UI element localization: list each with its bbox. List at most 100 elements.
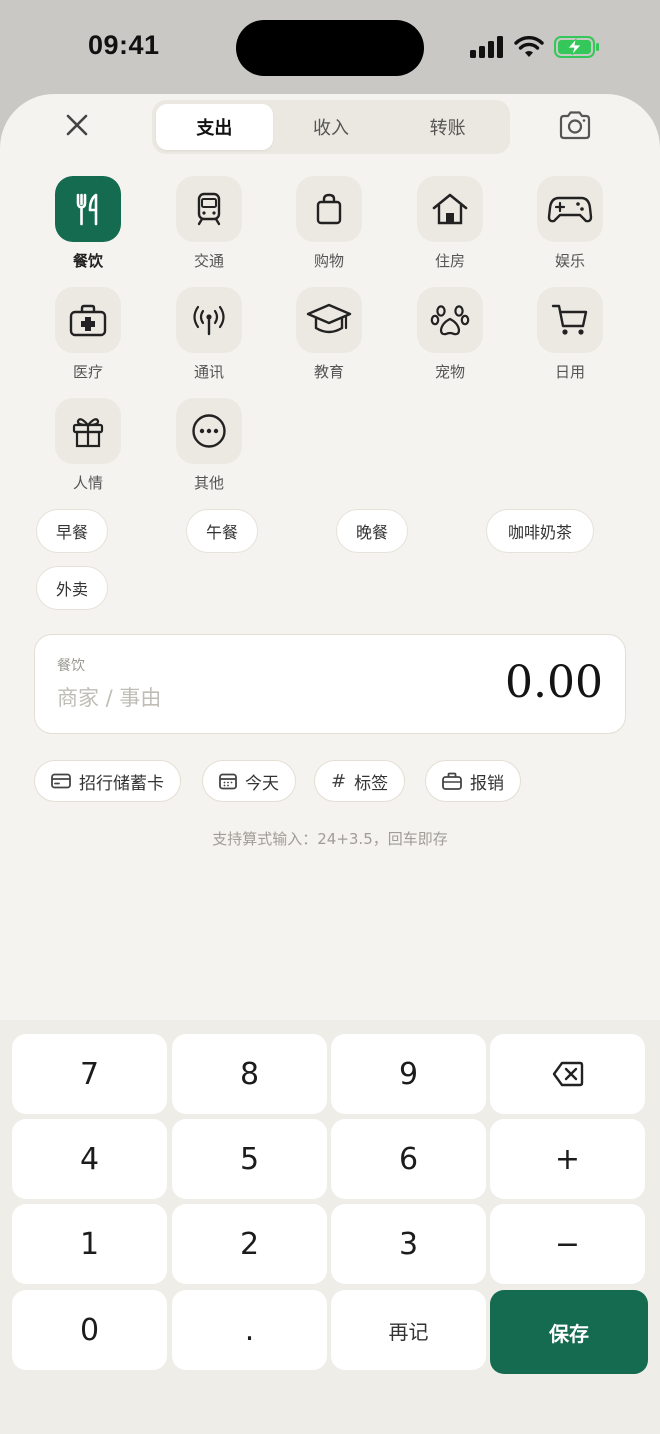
category-tile: [417, 176, 483, 242]
category-entertainment[interactable]: 娱乐: [510, 176, 630, 271]
category-label: 教育: [313, 363, 344, 381]
key-1[interactable]: 1: [12, 1204, 167, 1284]
category-gifts[interactable]: 人情: [28, 398, 148, 493]
cart-icon: [551, 304, 588, 335]
shopping-bag-icon: [316, 193, 342, 225]
status-bar: 09:41: [0, 0, 660, 94]
key-3[interactable]: 3: [331, 1204, 486, 1284]
status-time: 09:41: [88, 30, 160, 60]
tab-expense[interactable]: 支出: [156, 104, 273, 150]
category-label: 购物: [313, 252, 344, 270]
key-4[interactable]: 4: [12, 1119, 167, 1199]
category-label: 医疗: [72, 363, 103, 381]
key-5[interactable]: 5: [172, 1119, 327, 1199]
key-9[interactable]: 9: [331, 1034, 486, 1114]
tab-income[interactable]: 收入: [273, 104, 390, 150]
medical-kit-icon: [69, 304, 107, 337]
category-tile: [417, 287, 483, 353]
battery-charging-icon: [554, 36, 599, 58]
formula-hint: 支持算式输入：24+3.5，回车即存: [212, 830, 448, 848]
category-label: 餐饮: [72, 252, 103, 270]
category-dining[interactable]: 餐饮: [28, 176, 148, 271]
account-selector[interactable]: 招行储蓄卡: [34, 760, 181, 802]
selected-category-label: 餐饮: [57, 658, 85, 674]
category-label: 娱乐: [554, 252, 585, 270]
category-label: 交通: [193, 252, 224, 270]
category-medical[interactable]: 医疗: [28, 287, 148, 382]
house-icon: [432, 193, 468, 225]
fork-knife-icon: [76, 193, 98, 226]
key-6[interactable]: 6: [331, 1119, 486, 1199]
card-icon: [51, 773, 71, 789]
quick-tag-breakfast[interactable]: 早餐: [36, 509, 108, 553]
merchant-input[interactable]: [57, 683, 357, 713]
category-tile: [55, 287, 121, 353]
category-label: 通讯: [193, 363, 224, 381]
key-2[interactable]: 2: [172, 1204, 327, 1284]
quick-tag-dinner[interactable]: 晚餐: [336, 509, 408, 553]
category-label: 日用: [554, 363, 585, 381]
category-label: 人情: [72, 474, 103, 492]
category-label: 宠物: [434, 363, 465, 381]
train-icon: [197, 192, 221, 226]
category-tile: [55, 176, 121, 242]
calendar-icon: [219, 773, 237, 790]
amount-card: 餐饮 0.00: [34, 634, 626, 734]
category-transport[interactable]: 交通: [149, 176, 269, 271]
reimburse-label: 报销: [470, 773, 504, 794]
quick-tag-lunch[interactable]: 午餐: [186, 509, 258, 553]
paw-icon: [430, 305, 470, 336]
wifi-icon: [514, 36, 544, 57]
gift-icon: [72, 418, 104, 448]
category-label: 住房: [434, 252, 465, 270]
date-label: 今天: [245, 773, 279, 794]
category-education[interactable]: 教育: [269, 287, 389, 382]
quick-tag-coffee-tea[interactable]: 咖啡奶茶: [486, 509, 594, 553]
category-housing[interactable]: 住房: [390, 176, 510, 271]
record-again-button[interactable]: 再记: [331, 1290, 486, 1370]
category-shopping[interactable]: 购物: [269, 176, 389, 271]
close-icon: [66, 114, 88, 136]
category-telecom[interactable]: 通讯: [149, 287, 269, 382]
category-pets[interactable]: 宠物: [390, 287, 510, 382]
amount-display[interactable]: 0.00: [505, 657, 603, 708]
key-decimal[interactable]: .: [172, 1290, 327, 1370]
category-tile: [296, 287, 362, 353]
category-other[interactable]: 其他: [149, 398, 269, 493]
category-label: 其他: [193, 474, 224, 492]
status-icons: [470, 36, 600, 58]
reimburse-toggle[interactable]: 报销: [425, 760, 521, 802]
key-plus[interactable]: +: [490, 1119, 645, 1199]
close-button[interactable]: [62, 110, 92, 140]
category-tile: [537, 176, 603, 242]
key-8[interactable]: 8: [172, 1034, 327, 1114]
add-transaction-sheet: 支出 收入 转账 餐饮 交通 购物 住房 娱乐 医疗 通讯 教育 宠物 日用 人…: [0, 94, 660, 1434]
signal-icon: [470, 36, 503, 58]
key-backspace[interactable]: [490, 1034, 645, 1114]
tab-transfer[interactable]: 转账: [389, 104, 506, 150]
category-tile: [537, 287, 603, 353]
date-selector[interactable]: 今天: [202, 760, 296, 802]
hashtag-icon: #: [331, 770, 347, 792]
camera-button[interactable]: [558, 110, 592, 140]
save-button[interactable]: 保存: [490, 1290, 648, 1374]
key-0[interactable]: 0: [12, 1290, 167, 1370]
camera-icon: [559, 111, 591, 140]
number-keypad: 7 8 9 4 5 6 + 1 2 3 − 0 . 再记 保存: [0, 1020, 660, 1434]
tag-selector[interactable]: # 标签: [314, 760, 406, 802]
category-tile: [55, 398, 121, 464]
more-icon: [192, 414, 226, 448]
graduation-cap-icon: [306, 303, 352, 334]
category-tile: [176, 176, 242, 242]
key-7[interactable]: 7: [12, 1034, 167, 1114]
gamepad-icon: [547, 196, 593, 223]
antenna-icon: [193, 305, 225, 336]
quick-tag-takeout[interactable]: 外卖: [36, 566, 108, 610]
category-daily[interactable]: 日用: [510, 287, 630, 382]
briefcase-icon: [442, 772, 462, 790]
tag-label: 标签: [354, 773, 389, 794]
key-minus[interactable]: −: [490, 1204, 645, 1284]
category-tile: [176, 287, 242, 353]
account-label: 招行储蓄卡: [79, 773, 164, 794]
transaction-type-tabs: 支出 收入 转账: [152, 100, 510, 154]
